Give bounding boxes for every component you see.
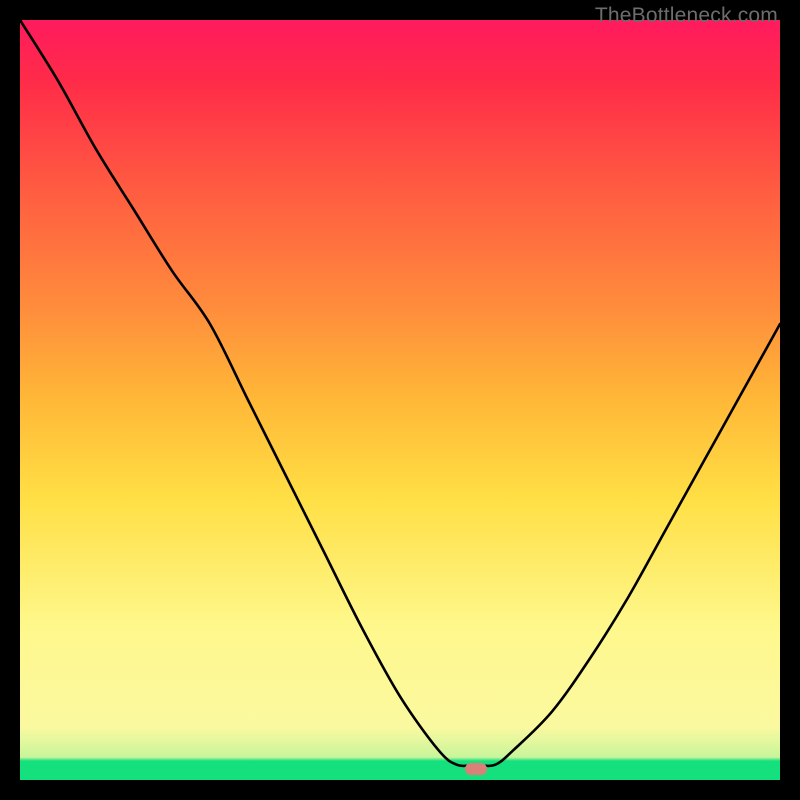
optimum-marker: [465, 763, 487, 775]
chart-stage: TheBottleneck.com: [0, 0, 800, 800]
bottleneck-curve: [20, 20, 780, 780]
plot-area: [20, 20, 780, 780]
watermark-text: TheBottleneck.com: [595, 4, 778, 28]
